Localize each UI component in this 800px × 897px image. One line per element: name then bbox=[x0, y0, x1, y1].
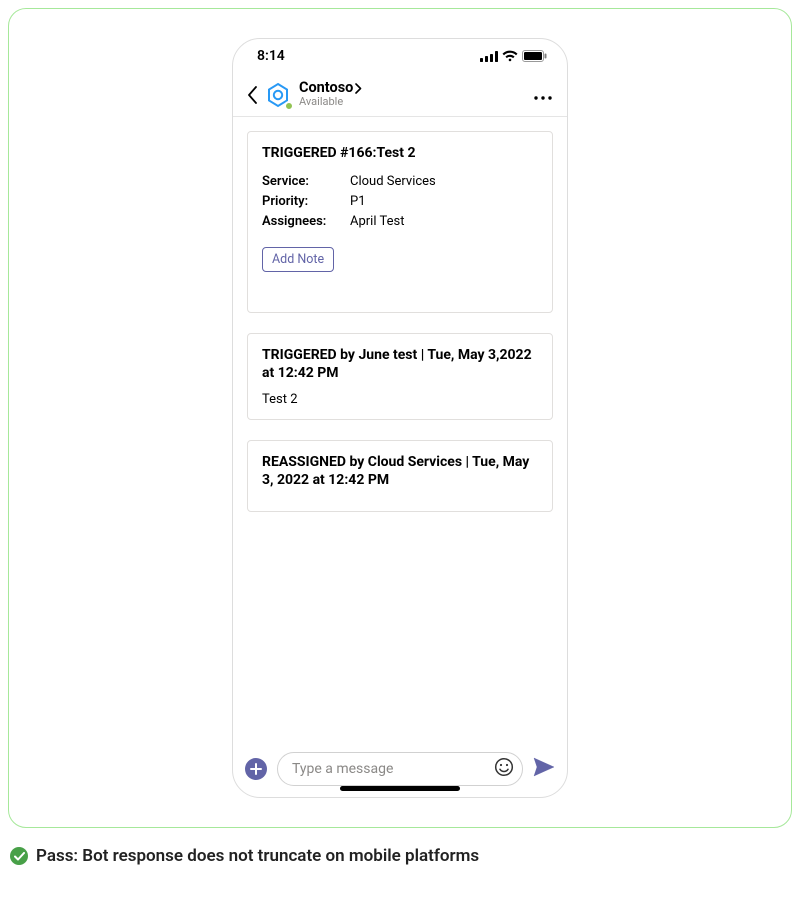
emoji-button[interactable] bbox=[494, 757, 514, 781]
home-indicator bbox=[340, 786, 460, 791]
card-title: TRIGGERED #166:Test 2 bbox=[262, 144, 538, 162]
check-icon bbox=[14, 852, 25, 861]
field-val: April Test bbox=[350, 212, 538, 232]
plus-icon bbox=[250, 763, 262, 775]
result-caption: Pass: Bot response does not truncate on … bbox=[10, 846, 479, 866]
phone-mockup: 8:14 Contoso Available bbox=[232, 38, 568, 798]
message-input[interactable]: Type a message bbox=[277, 752, 523, 786]
battery-icon bbox=[522, 50, 547, 62]
card-title: TRIGGERED by June test | Tue, May 3,2022… bbox=[262, 346, 538, 382]
status-time: 8:14 bbox=[257, 48, 285, 64]
field-row: Service: Cloud Services bbox=[262, 172, 538, 192]
send-icon bbox=[533, 757, 555, 777]
wifi-icon bbox=[502, 50, 518, 62]
nav-bar: Contoso Available bbox=[233, 73, 567, 117]
message-list: TRIGGERED #166:Test 2 Service: Cloud Ser… bbox=[233, 117, 567, 741]
chevron-right-icon bbox=[355, 83, 362, 94]
compose-add-button[interactable] bbox=[245, 758, 267, 780]
card-title: REASSIGNED by Cloud Services | Tue, May … bbox=[262, 453, 538, 489]
message-placeholder: Type a message bbox=[292, 761, 393, 777]
ellipsis-icon bbox=[534, 96, 552, 100]
send-button[interactable] bbox=[533, 757, 555, 781]
card-actions: Add Note bbox=[262, 247, 538, 272]
status-bar: 8:14 bbox=[233, 39, 567, 73]
event-card: REASSIGNED by Cloud Services | Tue, May … bbox=[247, 440, 553, 512]
app-avatar[interactable] bbox=[263, 80, 293, 110]
cellular-icon bbox=[480, 51, 498, 62]
field-val: P1 bbox=[350, 192, 538, 212]
back-button[interactable] bbox=[243, 86, 261, 104]
status-icons bbox=[480, 50, 547, 62]
event-card: TRIGGERED by June test | Tue, May 3,2022… bbox=[247, 333, 553, 420]
pass-badge bbox=[10, 847, 28, 865]
example-frame: 8:14 Contoso Available bbox=[8, 8, 792, 828]
more-button[interactable] bbox=[529, 85, 557, 104]
presence-badge bbox=[284, 101, 294, 111]
add-note-button[interactable]: Add Note bbox=[262, 247, 334, 272]
app-subtitle: Available bbox=[299, 96, 529, 108]
field-row: Priority: P1 bbox=[262, 192, 538, 212]
field-key: Assignees: bbox=[262, 212, 350, 232]
app-title: Contoso bbox=[299, 80, 353, 96]
card-body: Test 2 bbox=[262, 392, 538, 407]
incident-card: TRIGGERED #166:Test 2 Service: Cloud Ser… bbox=[247, 131, 553, 313]
field-key: Priority: bbox=[262, 192, 350, 212]
field-val: Cloud Services bbox=[350, 172, 538, 192]
caption-text: Pass: Bot response does not truncate on … bbox=[36, 846, 479, 866]
title-block[interactable]: Contoso Available bbox=[299, 80, 529, 108]
smiley-icon bbox=[494, 757, 514, 777]
field-key: Service: bbox=[262, 172, 350, 192]
chevron-left-icon bbox=[247, 86, 258, 104]
field-row: Assignees: April Test bbox=[262, 212, 538, 232]
